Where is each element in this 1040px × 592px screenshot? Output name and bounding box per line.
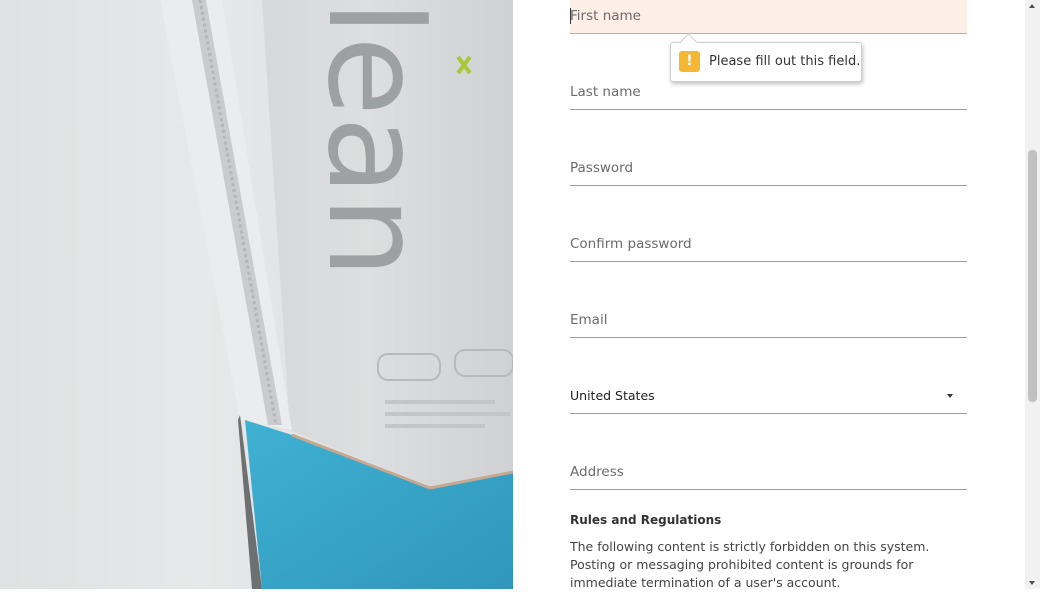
password-placeholder: Password: [570, 160, 634, 176]
first-name-placeholder: First name: [570, 8, 641, 24]
package-logo: lean: [299, 0, 451, 278]
last-name-placeholder: Last name: [570, 84, 641, 100]
country-select[interactable]: United States: [570, 380, 967, 414]
rules-text: The following content is strictly forbid…: [570, 539, 930, 590]
rules-heading: Rules and Regulations: [570, 513, 722, 527]
svg-text:lean: lean: [299, 0, 451, 278]
scroll-up-icon[interactable]: [1029, 4, 1035, 8]
email-input[interactable]: Email: [570, 304, 967, 338]
first-name-input[interactable]: First name: [570, 0, 967, 34]
address-input[interactable]: Address: [570, 456, 967, 490]
validation-message: Please fill out this field.: [709, 54, 861, 69]
password-input[interactable]: Password: [570, 152, 967, 186]
email-placeholder: Email: [570, 312, 608, 328]
warning-icon: !: [679, 51, 700, 72]
chevron-down-icon: [947, 394, 953, 398]
page-scrollbar[interactable]: [1025, 0, 1040, 589]
country-value: United States: [570, 388, 655, 403]
address-placeholder: Address: [570, 464, 624, 480]
validation-tooltip: ! Please fill out this field.: [670, 42, 862, 82]
confirm-password-input[interactable]: Confirm password: [570, 228, 967, 262]
scroll-thumb[interactable]: [1028, 150, 1037, 402]
hero-image: lean: [0, 0, 513, 589]
scroll-down-icon[interactable]: [1029, 581, 1035, 585]
product-photo: lean: [160, 0, 513, 589]
confirm-password-placeholder: Confirm password: [570, 236, 692, 252]
